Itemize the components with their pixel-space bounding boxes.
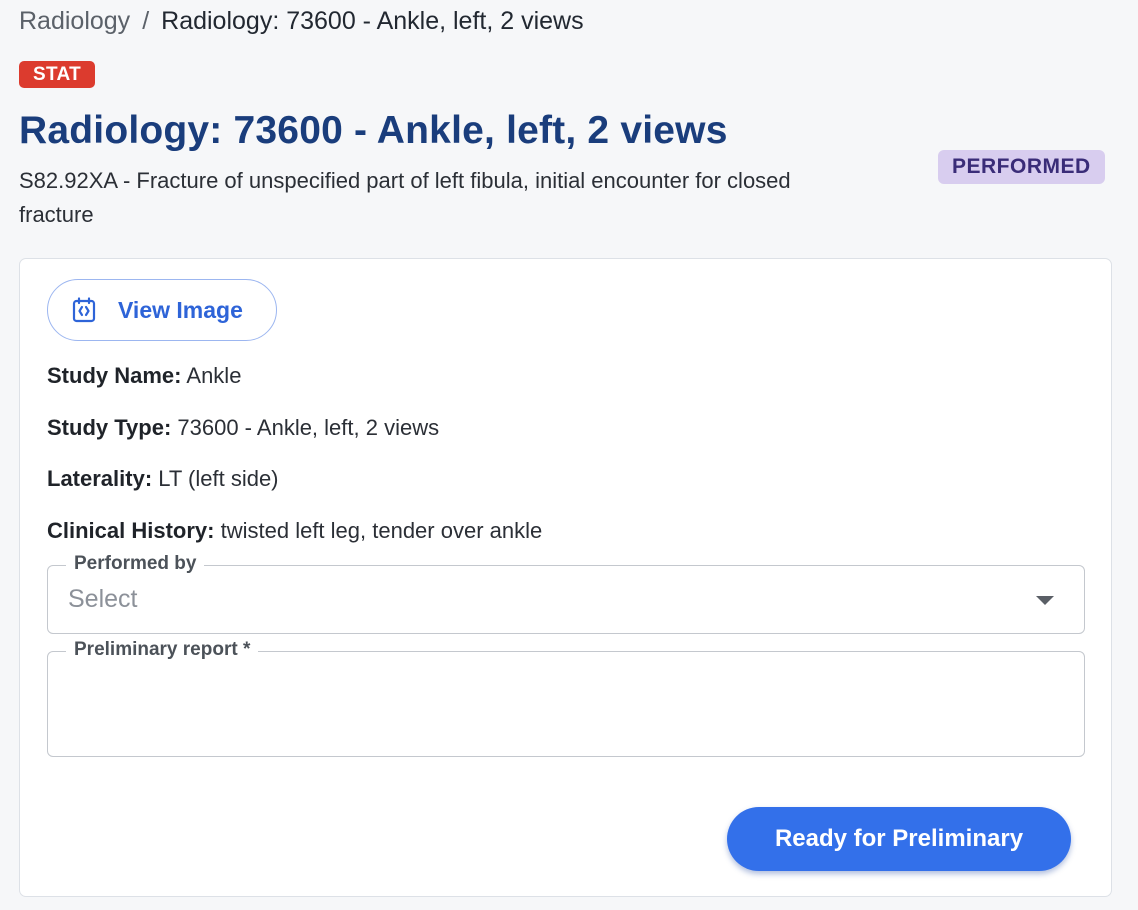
performed-by-label: Performed by	[66, 551, 205, 577]
breadcrumb-radiology-link[interactable]: Radiology	[19, 5, 130, 37]
view-image-label: View Image	[118, 296, 243, 323]
field-value: twisted left leg, tender over ankle	[220, 518, 543, 543]
laterality-row: Laterality: LT (left side)	[47, 464, 279, 494]
field-value: Ankle	[186, 363, 242, 388]
performed-by-placeholder: Select	[68, 585, 138, 613]
dropdown-caret-icon[interactable]	[1036, 596, 1054, 605]
clinical-history-row: Clinical History: twisted left leg, tend…	[47, 516, 542, 546]
study-card: View Image Study Name: Ankle Study Type:…	[19, 258, 1112, 897]
study-name-row: Study Name: Ankle	[47, 361, 241, 391]
field-value: 73600 - Ankle, left, 2 views	[177, 415, 440, 440]
field-key: Laterality:	[47, 466, 153, 491]
breadcrumb: Radiology / Radiology: 73600 - Ankle, le…	[19, 5, 584, 37]
field-key: Study Type:	[47, 415, 172, 440]
page-title: Radiology: 73600 - Ankle, left, 2 views	[19, 109, 728, 152]
diagnosis-text: S82.92XA - Fracture of unspecified part …	[19, 168, 791, 227]
page: Radiology / Radiology: 73600 - Ankle, le…	[0, 0, 1138, 910]
field-key: Clinical History:	[47, 518, 215, 543]
stat-priority-badge: STAT	[19, 61, 95, 88]
study-type-row: Study Type: 73600 - Ankle, left, 2 views	[47, 413, 439, 443]
view-image-button[interactable]: View Image	[47, 279, 277, 341]
field-key: Study Name:	[47, 363, 182, 388]
field-value: LT (left side)	[158, 466, 279, 491]
breadcrumb-separator: /	[142, 7, 150, 35]
breadcrumb-current: Radiology: 73600 - Ankle, left, 2 views	[161, 7, 584, 35]
ready-for-preliminary-button[interactable]: Ready for Preliminary	[727, 807, 1071, 871]
preliminary-report-label: Preliminary report *	[66, 637, 259, 663]
performed-by-select[interactable]: Performed by Select	[47, 551, 1085, 634]
preliminary-report-field[interactable]: Preliminary report *	[47, 637, 1085, 757]
status-badge: PERFORMED	[938, 150, 1105, 184]
preliminary-report-textarea[interactable]	[64, 674, 1068, 746]
x-ray-image-icon	[70, 296, 98, 324]
